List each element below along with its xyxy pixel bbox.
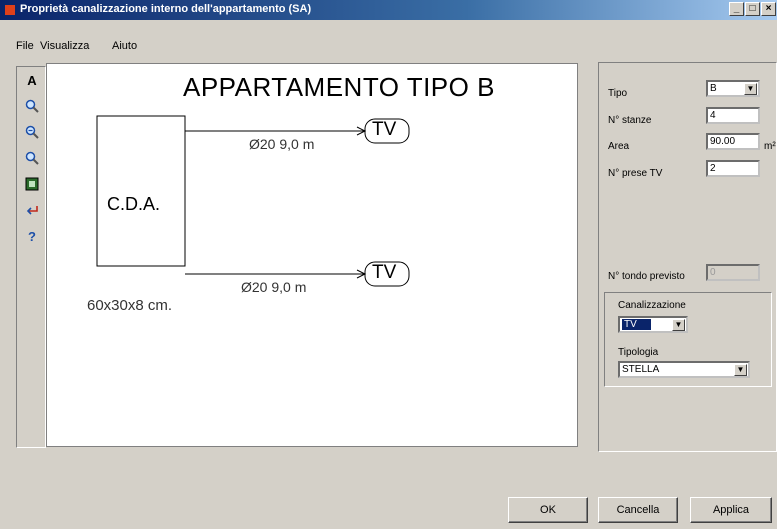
stanze-label: N° stanze [608,115,652,126]
area-value: 90.00 [710,136,736,147]
app-icon [5,5,15,15]
tondo-label: N° tondo previsto [608,271,685,282]
zoom-out-icon[interactable] [24,151,40,167]
stanze-value: 4 [710,110,716,121]
chevron-down-icon[interactable]: ▼ [744,83,757,95]
canalizzazione-value: TV [622,319,651,330]
tipo-select[interactable]: B ▼ [706,80,760,97]
stanze-field[interactable]: 4 [706,107,760,124]
fit-view-icon[interactable] [24,177,40,193]
text-tool-icon[interactable]: A [24,73,40,89]
help-icon[interactable]: ? [24,229,40,245]
area-field[interactable]: 90.00 [706,133,760,150]
zoom-icon[interactable] [24,99,40,115]
menu-aiuto[interactable]: Aiuto [112,40,137,52]
canalizzazione-select[interactable]: TV ▼ [618,316,688,333]
apply-button[interactable]: Applica [690,497,772,523]
pipe-label-1: Ø20 9,0 m [249,136,315,152]
drawing-toolbar: A ? [16,66,46,448]
menu-file[interactable]: File [16,40,34,52]
canalizzazione-label: Canalizzazione [618,300,686,311]
tipo-label: Tipo [608,88,628,99]
window-title: Proprietà canalizzazione interno dell'ap… [20,3,312,15]
tipologia-value: STELLA [622,364,660,375]
prese-field[interactable]: 2 [706,160,760,177]
tondo-field: 0 [706,264,760,281]
cda-label: C.D.A. [107,194,161,214]
minimize-button[interactable]: _ [729,2,744,16]
area-unit: m² [764,141,776,152]
pick-tool-icon[interactable] [24,203,40,219]
cancel-button[interactable]: Cancella [598,497,678,523]
area-label: Area [608,141,630,152]
tipo-value: B [710,83,717,94]
prese-label: N° prese TV [608,168,663,179]
title-bar: Proprietà canalizzazione interno dell'ap… [0,0,777,20]
cda-box [96,115,186,267]
tipologia-select[interactable]: STELLA ▼ [618,361,750,378]
chevron-down-icon[interactable]: ▼ [672,319,685,331]
pipe-label-2: Ø20 9,0 m [241,279,307,295]
menu-visualizza[interactable]: Visualizza [40,40,89,52]
maximize-button[interactable]: □ [745,2,760,16]
prese-value: 2 [710,163,716,174]
diagram-title: APPARTAMENTO TIPO B [183,72,495,102]
close-button[interactable]: × [761,2,776,16]
cda-dimensions: 60x30x8 cm. [87,297,173,314]
ok-button[interactable]: OK [508,497,588,523]
tipologia-label: Tipologia [618,347,659,358]
chevron-down-icon[interactable]: ▼ [734,364,747,376]
tv-label-2: TV [372,262,397,283]
tondo-value: 0 [710,267,716,278]
diagram-graphics [96,115,410,287]
diagram-canvas[interactable]: APPARTAMENTO TIPO B C.D.A. 60x30x8 cm. Ø… [46,63,578,447]
zoom-in-icon[interactable] [24,125,40,141]
tv-label-1: TV [372,119,397,140]
